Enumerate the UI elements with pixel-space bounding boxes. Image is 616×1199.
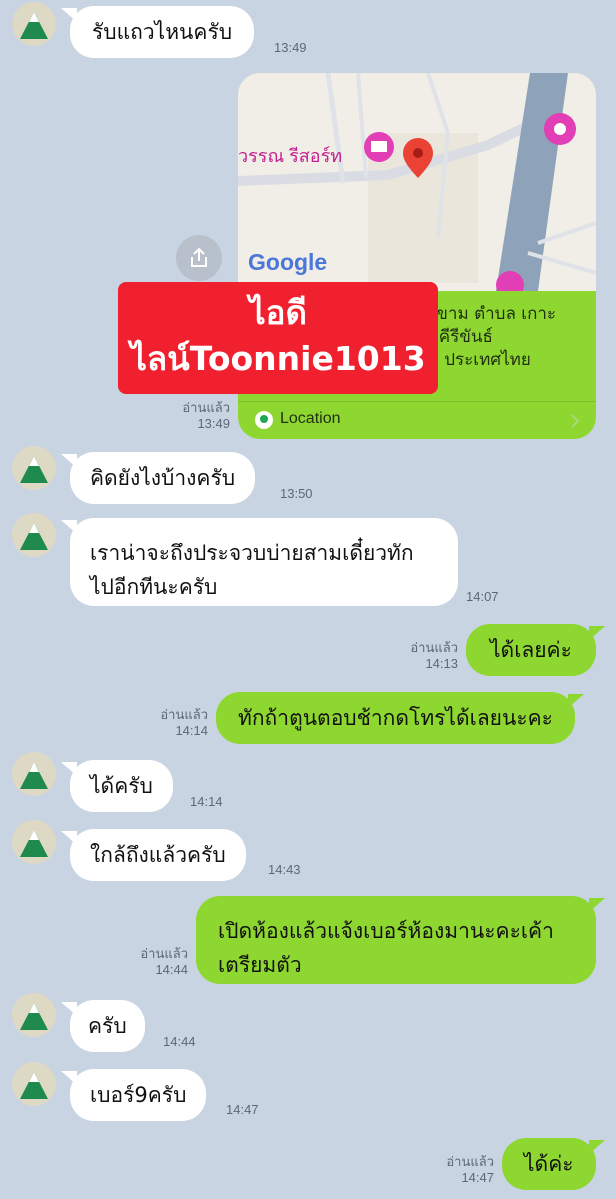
- message-bubble-incoming[interactable]: ครับ: [61, 1000, 145, 1052]
- message-bubble-outgoing[interactable]: ได้เลยค่ะ: [466, 624, 605, 676]
- message-text: คิดยังไงบ้างครับ: [90, 466, 236, 490]
- google-logo: Google: [248, 249, 328, 275]
- avatar[interactable]: [12, 446, 56, 490]
- message-time: 14:14: [190, 794, 223, 809]
- promo-banner: ไอดี ไลน์Toonnie1013: [118, 282, 438, 394]
- message-bubble-incoming[interactable]: ได้ครับ: [61, 760, 173, 812]
- avatar-mountain-icon: [20, 12, 48, 39]
- avatar-mountain-icon: [20, 523, 48, 550]
- share-icon: [191, 247, 207, 267]
- message-text: รับแถวไหนครับ: [92, 20, 233, 44]
- read-receipt: อ่านแล้ว: [160, 707, 208, 722]
- message-meta: อ่านแล้ว 14:14: [140, 707, 208, 739]
- avatar[interactable]: [12, 513, 56, 557]
- location-bar[interactable]: Location: [238, 401, 596, 439]
- message-text: ได้ครับ: [90, 774, 153, 798]
- avatar[interactable]: [12, 1062, 56, 1106]
- avatar[interactable]: [12, 993, 56, 1037]
- message-time: 14:47: [461, 1170, 494, 1185]
- read-receipt: อ่านแล้ว: [446, 1154, 494, 1169]
- message-bubble-outgoing[interactable]: เปิดห้องแล้วแจ้งเบอร์ห้องมานะคะเค้า เตรี…: [196, 896, 605, 984]
- promo-line: ไลน์Toonnie1013: [130, 339, 426, 378]
- message-bubble-incoming[interactable]: เบอร์9ครับ: [60, 1069, 207, 1121]
- message-time: 14:44: [163, 1034, 196, 1049]
- avatar[interactable]: [12, 752, 56, 796]
- avatar-mountain-icon: [20, 830, 48, 857]
- message-text: ทักถ้าตูนตอบช้ากดโทรได้เลยนะคะ: [238, 706, 553, 730]
- message-text: ไปอีกทีนะครับ: [90, 575, 218, 599]
- message-bubble-incoming[interactable]: คิดยังไงบ้างครับ: [60, 452, 256, 504]
- message-bubble-incoming[interactable]: รับแถวไหนครับ: [60, 6, 255, 58]
- message-time: 14:14: [175, 723, 208, 738]
- message-text: ได้ค่ะ: [524, 1152, 574, 1176]
- message-text: ครับ: [88, 1014, 127, 1038]
- location-label: Location: [280, 410, 341, 427]
- address-line: บคีรีขันธ์: [428, 327, 493, 347]
- message-meta: อ่านแล้ว 14:44: [120, 946, 188, 978]
- read-receipt: อ่านแล้ว: [410, 640, 458, 655]
- promo-line: ไอดี: [249, 293, 307, 332]
- message-text: ใกล้ถึงแล้วครับ: [90, 843, 226, 867]
- message-text: ได้เลยค่ะ: [490, 638, 572, 662]
- message-bubble-incoming[interactable]: เราน่าจะถึงประจวบบ่ายสามเดี๋ยวทัก ไปอีกท…: [61, 518, 458, 606]
- map-image[interactable]: วรรณ รีสอร์ท Google: [238, 73, 596, 299]
- message-text: เบอร์9ครับ: [90, 1083, 187, 1107]
- message-meta: อ่านแล้ว 14:47: [428, 1154, 494, 1186]
- message-bubble-incoming[interactable]: ใกล้ถึงแล้วครับ: [61, 829, 246, 881]
- message-meta: อ่านแล้ว 14:13: [392, 640, 458, 672]
- attraction-icon: [544, 113, 576, 145]
- address-line: งขาม ตำบล เกาะ: [428, 304, 557, 324]
- message-bubble-outgoing[interactable]: ทักถ้าตูนตอบช้ากดโทรได้เลยนะคะ: [216, 692, 584, 744]
- message-time: 13:49: [197, 416, 230, 431]
- map-place-label: วรรณ รีสอร์ท: [238, 146, 343, 166]
- message-time: 14:44: [155, 962, 188, 977]
- address-line: 0 ประเทศไทย: [428, 350, 531, 370]
- message-time: 14:43: [268, 862, 301, 877]
- hotel-icon: [364, 132, 394, 162]
- location-icon: [255, 411, 273, 429]
- avatar[interactable]: [12, 2, 56, 46]
- message-text: เตรียมตัว: [218, 953, 302, 977]
- message-bubble-outgoing[interactable]: ได้ค่ะ: [502, 1138, 605, 1190]
- message-meta: อ่านแล้ว 13:49: [160, 400, 230, 432]
- message-time: 13:49: [274, 40, 307, 55]
- avatar-mountain-icon: [20, 1072, 48, 1099]
- message-text: เปิดห้องแล้วแจ้งเบอร์ห้องมานะคะเค้า: [218, 919, 554, 943]
- message-time: 13:50: [280, 486, 313, 501]
- read-receipt: อ่านแล้ว: [182, 400, 230, 415]
- message-time: 14:47: [226, 1102, 259, 1117]
- avatar[interactable]: [12, 820, 56, 864]
- avatar-mountain-icon: [20, 456, 48, 483]
- avatar-mountain-icon: [20, 1003, 48, 1030]
- message-time: 14:07: [466, 589, 499, 604]
- share-button[interactable]: [176, 235, 222, 281]
- avatar-mountain-icon: [20, 762, 48, 789]
- message-time: 14:13: [425, 656, 458, 671]
- read-receipt: อ่านแล้ว: [140, 946, 188, 961]
- chevron-right-icon: [571, 414, 580, 428]
- message-text: เราน่าจะถึงประจวบบ่ายสามเดี๋ยวทัก: [90, 541, 414, 565]
